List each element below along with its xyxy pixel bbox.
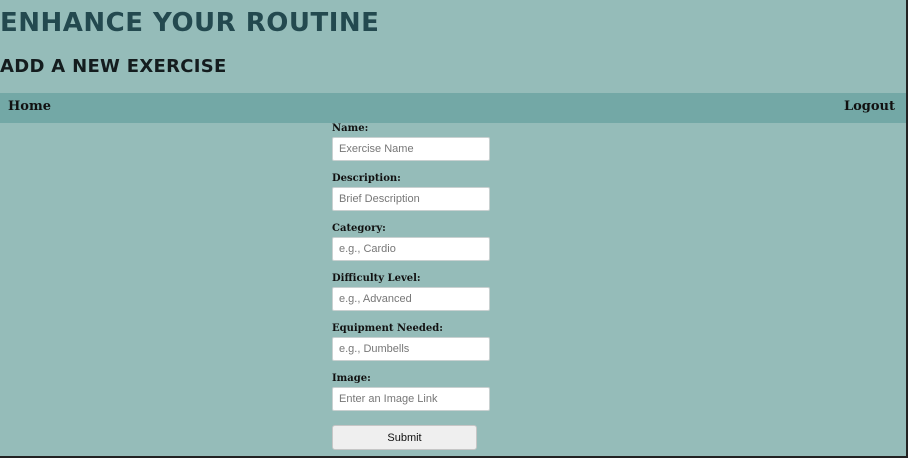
page-title: ENHANCE YOUR ROUTINE	[0, 8, 380, 38]
description-field-group: Description:	[332, 173, 502, 223]
category-field-group: Category:	[332, 223, 502, 273]
description-input[interactable]	[332, 187, 490, 211]
description-label: Description:	[332, 173, 401, 184]
home-link[interactable]: Home	[8, 99, 51, 114]
name-label: Name:	[332, 123, 369, 134]
navbar: Home Logout	[0, 93, 906, 123]
equipment-field-group: Equipment Needed:	[332, 323, 502, 373]
category-label: Category:	[332, 223, 386, 234]
name-field-group: Name:	[332, 123, 502, 173]
add-exercise-form: Name: Description: Category: Difficulty …	[332, 123, 502, 423]
logout-link[interactable]: Logout	[844, 99, 895, 114]
difficulty-field-group: Difficulty Level:	[332, 273, 502, 323]
image-link-input[interactable]	[332, 387, 490, 411]
name-input[interactable]	[332, 137, 490, 161]
category-input[interactable]	[332, 237, 490, 261]
submit-button[interactable]: Submit	[332, 425, 477, 450]
difficulty-input[interactable]	[332, 287, 490, 311]
image-field-group: Image:	[332, 373, 502, 423]
equipment-input[interactable]	[332, 337, 490, 361]
image-label: Image:	[332, 373, 371, 384]
page-subtitle: ADD A NEW EXERCISE	[0, 56, 227, 77]
equipment-label: Equipment Needed:	[332, 323, 443, 334]
difficulty-label: Difficulty Level:	[332, 273, 421, 284]
